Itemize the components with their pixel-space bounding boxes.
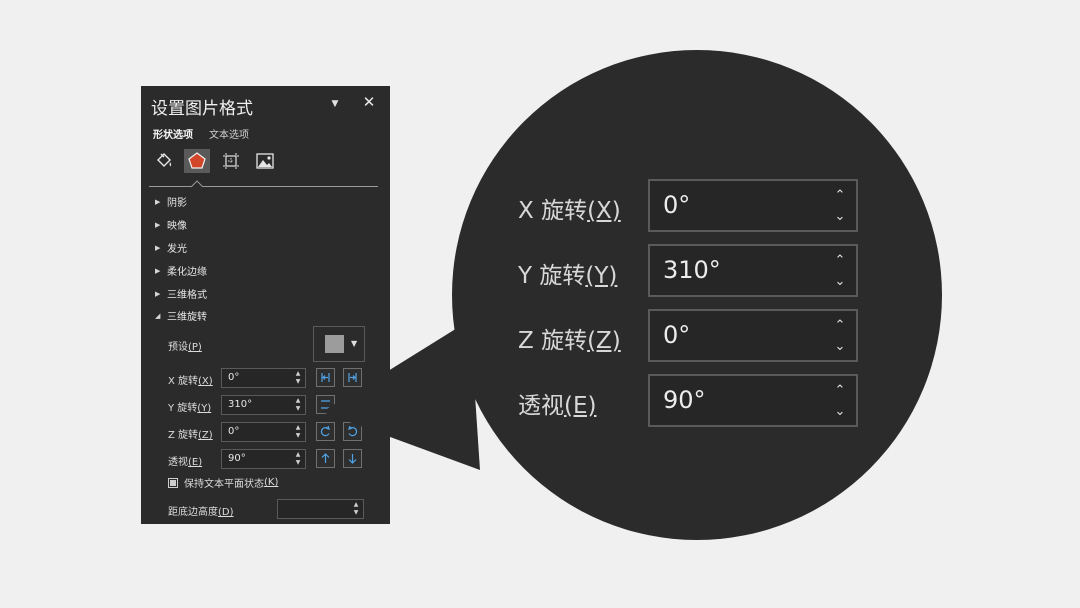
- spin-arrows-icon[interactable]: ⌃ ⌄: [832, 250, 848, 294]
- spin-arrows-icon[interactable]: ⌃ ⌄: [832, 315, 848, 359]
- magnified-view: X 旋转(X) 0° ⌃ ⌄ Y 旋转(Y) 310° ⌃ ⌄ Z 旋转(Z) 0°…: [452, 50, 943, 541]
- zoom-y-rotation-input[interactable]: 310° ⌃ ⌄: [648, 244, 858, 297]
- zoom-perspective-label: 透视(E): [518, 393, 597, 419]
- zoom-y-rotation-label: Y 旋转(Y): [518, 263, 618, 289]
- zoom-z-rotation-label: Z 旋转(Z): [518, 328, 621, 354]
- spin-arrows-icon[interactable]: ⌃ ⌄: [832, 380, 848, 424]
- spin-arrows-icon[interactable]: ⌃ ⌄: [832, 185, 848, 229]
- zoom-x-rotation-input[interactable]: 0° ⌃ ⌄: [648, 179, 858, 232]
- zoom-perspective-input[interactable]: 90° ⌃ ⌄: [648, 374, 858, 427]
- zoom-x-rotation-label: X 旋转(X): [518, 198, 621, 224]
- zoom-z-rotation-input[interactable]: 0° ⌃ ⌄: [648, 309, 858, 362]
